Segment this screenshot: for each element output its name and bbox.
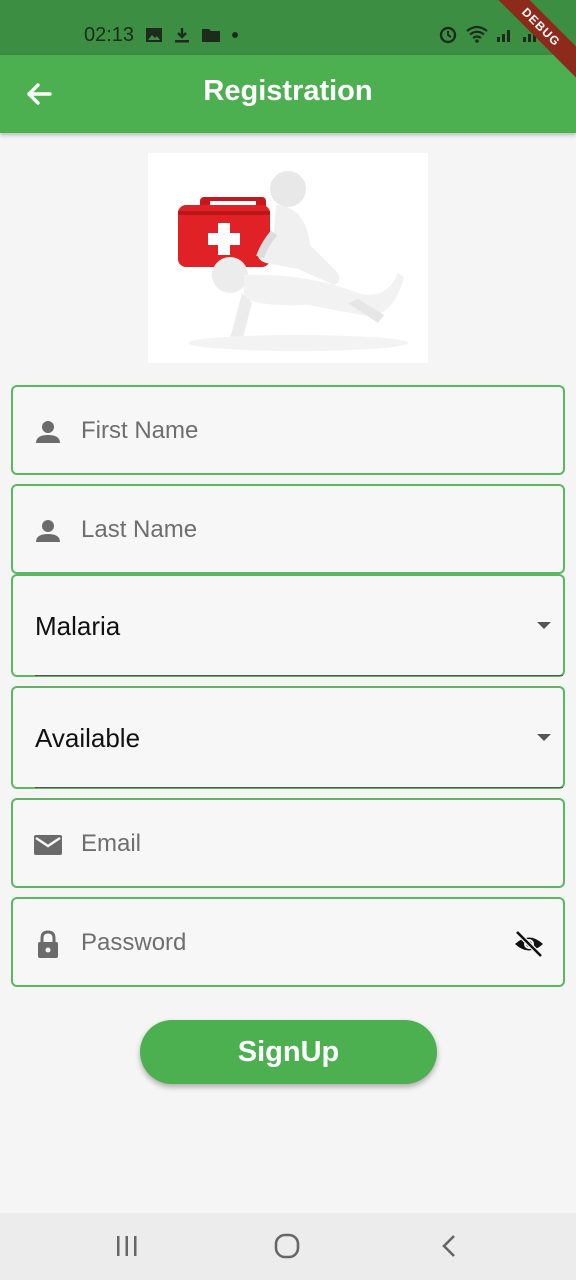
person-icon: [36, 520, 60, 542]
dropdown-underline: [35, 675, 563, 676]
first-aid-illustration: [148, 153, 428, 363]
status-time: 02:13: [84, 24, 135, 46]
back-nav-icon[interactable]: [434, 1231, 464, 1261]
lock-icon: [38, 930, 58, 958]
disease-dropdown[interactable]: Malaria: [11, 574, 565, 677]
email-field[interactable]: Email: [11, 798, 565, 888]
app-bar: Registration: [0, 55, 576, 133]
signal-icon: [497, 30, 510, 42]
recent-apps-icon[interactable]: [112, 1231, 142, 1261]
mail-icon: [34, 835, 62, 855]
folder-icon: [202, 29, 220, 42]
password-field[interactable]: Password: [11, 897, 565, 987]
signup-button[interactable]: SignUp: [140, 1020, 437, 1084]
visibility-off-icon[interactable]: [513, 929, 545, 959]
first-name-field[interactable]: First Name: [11, 385, 565, 475]
dropdown-arrow-icon: [537, 734, 551, 741]
system-nav-bar: [0, 1213, 576, 1280]
page-title: Registration: [203, 75, 373, 107]
disease-selected-value: Malaria: [35, 611, 121, 641]
availability-dropdown[interactable]: Available: [11, 686, 565, 789]
status-bar: 02:13: [0, 0, 576, 55]
first-name-input[interactable]: First Name: [81, 417, 198, 445]
dropdown-arrow-icon: [537, 622, 551, 629]
person-icon: [36, 421, 60, 443]
wifi-icon: [466, 25, 488, 43]
home-icon[interactable]: [272, 1231, 302, 1261]
last-name-input[interactable]: Last Name: [81, 516, 197, 544]
email-input[interactable]: Email: [81, 830, 141, 858]
last-name-field[interactable]: Last Name: [11, 484, 565, 574]
dropdown-underline: [35, 787, 563, 788]
password-input[interactable]: Password: [81, 929, 186, 957]
status-notification-icons: [145, 26, 239, 44]
alarm-icon: [439, 26, 457, 44]
cpr-illustration-icon: [178, 171, 408, 351]
download-icon: [175, 28, 189, 43]
dot-icon: [232, 32, 238, 38]
image-icon: [146, 28, 162, 42]
availability-selected-value: Available: [35, 723, 141, 753]
